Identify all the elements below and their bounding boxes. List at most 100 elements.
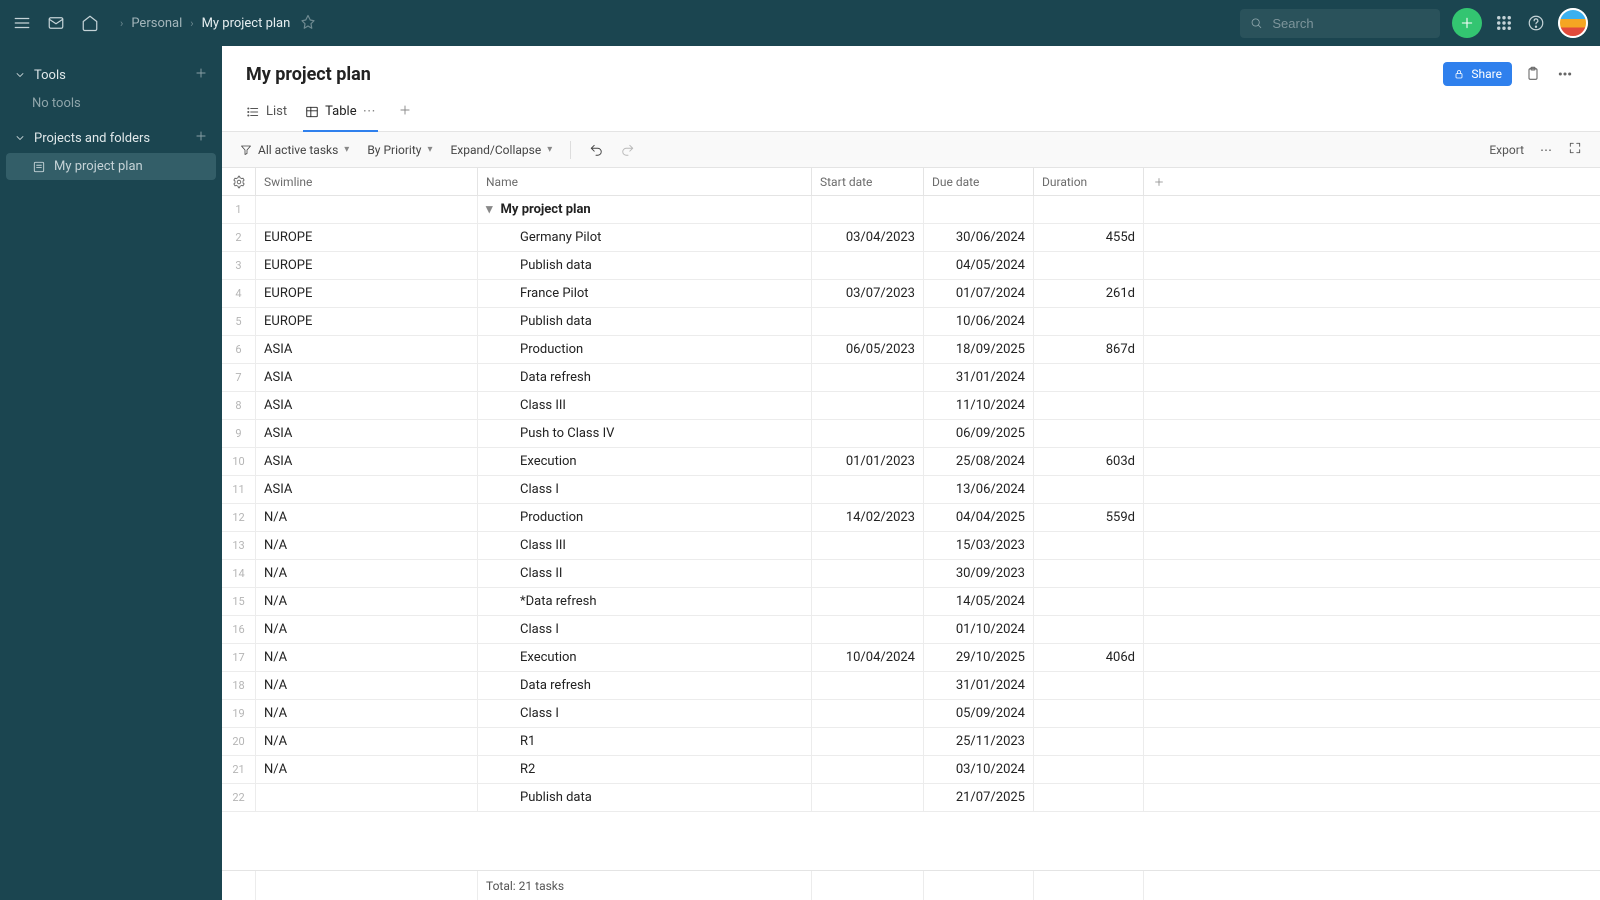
- cell-start[interactable]: 03/04/2023: [812, 224, 924, 251]
- cell-duration[interactable]: 603d: [1034, 448, 1144, 475]
- breadcrumb-current[interactable]: My project plan: [202, 16, 291, 31]
- cell-start[interactable]: [812, 756, 924, 783]
- cell-name[interactable]: Execution: [478, 448, 812, 475]
- table-row[interactable]: 11ASIAClass I13/06/2024: [222, 476, 1600, 504]
- cell-swimline[interactable]: EUROPE: [256, 252, 478, 279]
- tab-table[interactable]: Table ⋯: [305, 92, 375, 131]
- cell-duration[interactable]: 455d: [1034, 224, 1144, 251]
- cell-due[interactable]: 31/01/2024: [924, 364, 1034, 391]
- cell-due[interactable]: 21/07/2025: [924, 784, 1034, 811]
- cell-duration[interactable]: 867d: [1034, 336, 1144, 363]
- table-row[interactable]: 14N/AClass II30/09/2023: [222, 560, 1600, 588]
- table-row[interactable]: 4EUROPEFrance Pilot03/07/202301/07/20242…: [222, 280, 1600, 308]
- cell-name[interactable]: Class III: [478, 392, 812, 419]
- gear-icon[interactable]: [222, 168, 256, 195]
- cell-due[interactable]: 18/09/2025: [924, 336, 1034, 363]
- cell-swimline[interactable]: EUROPE: [256, 280, 478, 307]
- cell-name[interactable]: Data refresh: [478, 364, 812, 391]
- cell-start[interactable]: [812, 420, 924, 447]
- cell-duration[interactable]: [1034, 476, 1144, 503]
- tab-list[interactable]: List: [246, 92, 287, 131]
- share-button[interactable]: Share: [1443, 62, 1512, 86]
- menu-icon[interactable]: [12, 13, 32, 33]
- cell-start[interactable]: [812, 588, 924, 615]
- help-icon[interactable]: [1526, 13, 1546, 33]
- cell-duration[interactable]: [1034, 392, 1144, 419]
- table-row[interactable]: 8ASIAClass III11/10/2024: [222, 392, 1600, 420]
- cell-swimline[interactable]: N/A: [256, 728, 478, 755]
- chevron-down-icon[interactable]: ▾: [486, 202, 493, 217]
- cell-start[interactable]: [812, 700, 924, 727]
- cell-due[interactable]: 10/06/2024: [924, 308, 1034, 335]
- cell-swimline[interactable]: N/A: [256, 504, 478, 531]
- cell-swimline[interactable]: N/A: [256, 560, 478, 587]
- cell-swimline[interactable]: ASIA: [256, 364, 478, 391]
- add-view-button[interactable]: [398, 103, 412, 121]
- cell-name[interactable]: Production: [478, 504, 812, 531]
- table-row[interactable]: 5EUROPEPublish data10/06/2024: [222, 308, 1600, 336]
- sidebar-item-project[interactable]: My project plan: [6, 153, 216, 180]
- cell-swimline[interactable]: N/A: [256, 616, 478, 643]
- cell-swimline[interactable]: ASIA: [256, 420, 478, 447]
- cell-swimline[interactable]: N/A: [256, 756, 478, 783]
- cell-due[interactable]: 01/07/2024: [924, 280, 1034, 307]
- search-input[interactable]: [1240, 9, 1440, 38]
- cell-swimline[interactable]: N/A: [256, 588, 478, 615]
- table-row[interactable]: 13N/AClass III15/03/2023: [222, 532, 1600, 560]
- table-row[interactable]: 21N/AR203/10/2024: [222, 756, 1600, 784]
- undo-button[interactable]: [589, 143, 603, 157]
- cell-start[interactable]: [812, 672, 924, 699]
- cell-name[interactable]: Class I: [478, 476, 812, 503]
- table-row[interactable]: 20N/AR125/11/2023: [222, 728, 1600, 756]
- cell-swimline[interactable]: ASIA: [256, 392, 478, 419]
- cell-duration[interactable]: [1034, 588, 1144, 615]
- cell-due[interactable]: 03/10/2024: [924, 756, 1034, 783]
- table-row[interactable]: 18N/AData refresh31/01/2024: [222, 672, 1600, 700]
- cell-start[interactable]: 14/02/2023: [812, 504, 924, 531]
- cell-duration[interactable]: 559d: [1034, 504, 1144, 531]
- table-group-row[interactable]: 1 ▾My project plan: [222, 196, 1600, 224]
- col-start[interactable]: Start date: [812, 168, 924, 195]
- cell-duration[interactable]: [1034, 784, 1144, 811]
- avatar[interactable]: [1558, 8, 1588, 38]
- cell-start[interactable]: [812, 364, 924, 391]
- table-row[interactable]: 12N/AProduction14/02/202304/04/2025559d: [222, 504, 1600, 532]
- cell-duration[interactable]: [1034, 420, 1144, 447]
- cell-start[interactable]: [812, 616, 924, 643]
- col-due[interactable]: Due date: [924, 168, 1034, 195]
- table-row[interactable]: 10ASIAExecution01/01/202325/08/2024603d: [222, 448, 1600, 476]
- cell-name[interactable]: Production: [478, 336, 812, 363]
- cell-start[interactable]: [812, 476, 924, 503]
- cell-duration[interactable]: [1034, 672, 1144, 699]
- cell-start[interactable]: [812, 784, 924, 811]
- cell-name[interactable]: Publish data: [478, 308, 812, 335]
- cell-swimline[interactable]: EUROPE: [256, 308, 478, 335]
- cell-duration[interactable]: [1034, 756, 1144, 783]
- cell-due[interactable]: 30/09/2023: [924, 560, 1034, 587]
- table-row[interactable]: 3EUROPEPublish data04/05/2024: [222, 252, 1600, 280]
- cell-start[interactable]: [812, 560, 924, 587]
- col-duration[interactable]: Duration: [1034, 168, 1144, 195]
- table-row[interactable]: 2EUROPEGermany Pilot03/04/202330/06/2024…: [222, 224, 1600, 252]
- cell-name[interactable]: Publish data: [478, 784, 812, 811]
- table-row[interactable]: 16N/AClass I01/10/2024: [222, 616, 1600, 644]
- cell-swimline[interactable]: N/A: [256, 700, 478, 727]
- cell-start[interactable]: [812, 308, 924, 335]
- cell-name[interactable]: Execution: [478, 644, 812, 671]
- cell-name[interactable]: R2: [478, 756, 812, 783]
- search-field[interactable]: [1270, 15, 1430, 32]
- cell-due[interactable]: 05/09/2024: [924, 700, 1034, 727]
- cell-duration[interactable]: [1034, 364, 1144, 391]
- cell-name[interactable]: Publish data: [478, 252, 812, 279]
- table-row[interactable]: 22Publish data21/07/2025: [222, 784, 1600, 812]
- table-row[interactable]: 17N/AExecution10/04/202429/10/2025406d: [222, 644, 1600, 672]
- cell-duration[interactable]: [1034, 700, 1144, 727]
- cell-swimline[interactable]: EUROPE: [256, 224, 478, 251]
- sidebar-group-tools[interactable]: Tools: [0, 60, 222, 90]
- cell-swimline[interactable]: ASIA: [256, 448, 478, 475]
- filter-tool[interactable]: All active tasks ▾: [240, 143, 349, 157]
- cell-due[interactable]: 25/08/2024: [924, 448, 1034, 475]
- table-row[interactable]: 9ASIAPush to Class IV06/09/2025: [222, 420, 1600, 448]
- cell-due[interactable]: 04/05/2024: [924, 252, 1034, 279]
- cell-swimline[interactable]: N/A: [256, 672, 478, 699]
